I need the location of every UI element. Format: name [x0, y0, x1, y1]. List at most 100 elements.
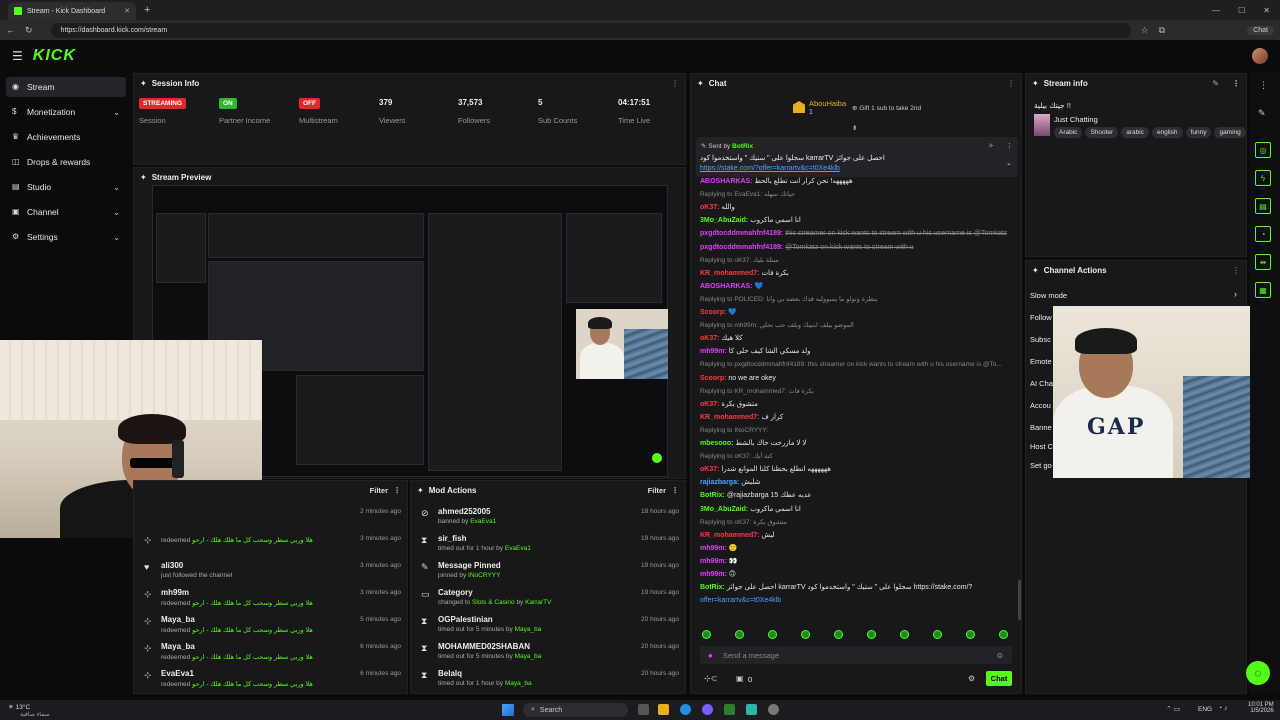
more-options-icon[interactable]: ⋮ — [1007, 79, 1015, 88]
reload-icon[interactable]: ↻ — [25, 25, 33, 36]
back-icon[interactable]: ← — [6, 25, 15, 35]
action-ai-chat[interactable]: AI Cha — [1030, 379, 1053, 388]
chat-username[interactable]: Scoorp: — [700, 375, 726, 382]
emote-icon[interactable] — [900, 630, 909, 639]
action-host[interactable]: Host C — [1030, 442, 1053, 451]
help-chat-icon[interactable]: ◌ — [1246, 661, 1270, 685]
emote-icon[interactable] — [801, 630, 810, 639]
reply-context[interactable]: Replying to INoCRYYY: — [700, 427, 768, 434]
chat-username[interactable]: BotRix: — [700, 492, 725, 499]
sidebar-item-settings[interactable]: ⚙ Settings ⌄ — [6, 227, 126, 247]
chat-username[interactable]: ABOSHARKAS: — [700, 178, 753, 185]
quick-action-clip-icon[interactable]: ▤ — [1255, 198, 1271, 214]
menu-icon[interactable]: ☰ — [12, 49, 23, 63]
new-tab-icon[interactable]: + — [144, 4, 150, 16]
reply-context[interactable]: Replying to pxgdtocddmmahfnf4189: this s… — [700, 361, 1002, 368]
chat-username[interactable]: KR_mohammed7: — [700, 270, 760, 277]
reply-context[interactable]: Replying to oK37: متشوق بكرة — [700, 519, 787, 526]
chat-input-field[interactable]: ● Send a message ☺ — [700, 646, 1012, 664]
reply-context[interactable]: Replying to POLICED: بنطرة وتولو ما يسوو… — [700, 296, 878, 303]
clock[interactable]: 10:01 PM 1/5/2026 — [1248, 702, 1274, 714]
chat-username[interactable]: Scoorp: — [700, 309, 726, 316]
category-name[interactable]: Just Chatting — [1054, 115, 1098, 124]
chat-username[interactable]: 3Mo_AbuZaid: — [700, 506, 748, 513]
action-follow[interactable]: Follow — [1030, 313, 1052, 322]
channel-points-icon[interactable]: ⊹⊂ — [704, 674, 717, 683]
chat-username[interactable]: oK37: — [700, 204, 719, 211]
chat-username[interactable]: oK37: — [700, 466, 719, 473]
emoji-icon[interactable]: ☺ — [996, 651, 1004, 660]
reply-context[interactable]: Replying to EvaEva1: حياتك سهله — [700, 191, 795, 198]
action-set-goal[interactable]: Set go — [1030, 461, 1052, 470]
chat-username[interactable]: pxgdtocddmmahfnf4189: — [700, 244, 783, 251]
emote-icon[interactable] — [768, 630, 777, 639]
chat-username[interactable]: ABOSHARKAS: — [700, 283, 753, 290]
chat-username[interactable]: KR_mohammed7: — [700, 414, 760, 421]
quick-action-layout-icon[interactable]: ▦ — [1255, 282, 1271, 298]
chat-username[interactable]: 3Mo_AbuZaid: — [700, 217, 748, 224]
more-options-icon[interactable]: ⋮ — [1232, 79, 1240, 88]
windows-start-icon[interactable] — [502, 704, 514, 716]
settings-app-icon[interactable] — [768, 704, 779, 715]
reply-context[interactable]: Replying to oK37: مبتلة بلياد — [700, 257, 779, 264]
chat-username[interactable]: mh99m: — [700, 545, 727, 552]
chat-username[interactable]: rajiazbarga: — [700, 479, 739, 486]
emote-icon[interactable] — [867, 630, 876, 639]
quick-action-camera-icon[interactable]: ◎ — [1255, 142, 1271, 158]
chat-scrollbar[interactable] — [1018, 580, 1021, 620]
emote-icon[interactable] — [735, 630, 744, 639]
more-options-icon[interactable]: ⋮ — [393, 486, 401, 495]
file-explorer-icon[interactable] — [658, 704, 669, 715]
chat-settings-icon[interactable]: ⚙ — [968, 674, 975, 683]
edit-icon[interactable]: ✎ — [1212, 79, 1219, 88]
maximize-icon[interactable]: ☐ — [1238, 6, 1245, 15]
pinned-link[interactable]: https://stake.com/?offer=karrartv&c=t0Xe… — [700, 165, 840, 172]
user-avatar[interactable] — [1252, 48, 1268, 64]
action-subscribers[interactable]: Subsc — [1030, 335, 1051, 344]
url-field[interactable]: https://dashboard.kick.com/stream — [50, 22, 1131, 38]
sidebar-item-drops[interactable]: ◫ Drops & rewards — [6, 152, 126, 172]
sidebar-item-monetization[interactable]: $ Monetization ⌄ — [6, 102, 126, 122]
mic-icon[interactable]: ● — [708, 651, 713, 660]
close-window-icon[interactable]: ✕ — [1263, 6, 1270, 15]
taskbar-search[interactable]: ⌕ Search — [523, 703, 628, 717]
reply-context[interactable]: Replying to KR_mohammed7: بكرة فات — [700, 388, 814, 395]
minimize-icon[interactable]: — — [1212, 6, 1220, 15]
sidebar-item-achievements[interactable]: ♛ Achievements — [6, 127, 126, 147]
more-options-icon[interactable]: ⋮ — [1006, 142, 1013, 150]
sidebar-item-channel[interactable]: ▣ Channel ⌄ — [6, 202, 126, 222]
pin-toggle-icon[interactable]: ✧ — [988, 142, 994, 150]
kick-logo[interactable]: KICK — [33, 47, 76, 65]
emote-icon[interactable] — [933, 630, 942, 639]
collapse-icon[interactable]: ⇟ — [852, 124, 858, 132]
gift-hint[interactable]: ⊕ Gift 1 sub to take 2nd — [852, 104, 921, 112]
sidebar-item-stream[interactable]: ◉ Stream — [6, 77, 126, 97]
tray-icons[interactable]: ⌃ ▭ — [1166, 705, 1180, 713]
browser-chat-button[interactable]: Chat — [1247, 25, 1274, 35]
chat-username[interactable]: mh99m: — [700, 348, 727, 355]
more-options-icon[interactable]: ⋮ — [1232, 266, 1240, 275]
emote-icon[interactable] — [999, 630, 1008, 639]
action-banned[interactable]: Banne — [1030, 423, 1052, 432]
chat-username[interactable]: mbesooo: — [700, 440, 733, 447]
more-options-icon[interactable]: ⋮ — [671, 79, 679, 88]
emote-icon[interactable] — [834, 630, 843, 639]
filter-button[interactable]: Filter — [370, 486, 388, 495]
reply-context[interactable]: Replying to mh99m: الموضو يبلف ابنيبك وب… — [700, 322, 854, 329]
more-options-icon[interactable]: ⋮ — [671, 486, 679, 495]
star-icon[interactable]: ☆ — [1141, 25, 1149, 36]
action-account[interactable]: Accou — [1030, 401, 1051, 410]
task-view-icon[interactable] — [638, 704, 649, 715]
send-chat-button[interactable]: Chat — [986, 671, 1012, 686]
chat-username[interactable]: oK37: — [700, 335, 719, 342]
quick-action-lightning-icon[interactable]: ϟ — [1255, 170, 1271, 186]
pencil-icon[interactable]: ✎ — [1258, 108, 1266, 119]
chat-username[interactable]: mh99m: — [700, 571, 727, 578]
action-slow-mode[interactable]: Slow mode — [1030, 291, 1067, 300]
sheets-icon[interactable] — [724, 704, 735, 715]
more-options-icon[interactable]: ⋮ — [1259, 80, 1268, 91]
browser-tab[interactable]: Stream - Kick Dashboard ✕ — [8, 2, 136, 20]
top-gifter-name[interactable]: AbouHaiba — [809, 99, 846, 108]
weather-widget[interactable]: ☀ 13°C — [8, 703, 30, 711]
extensions-icon[interactable]: ⧉ — [1159, 25, 1165, 36]
